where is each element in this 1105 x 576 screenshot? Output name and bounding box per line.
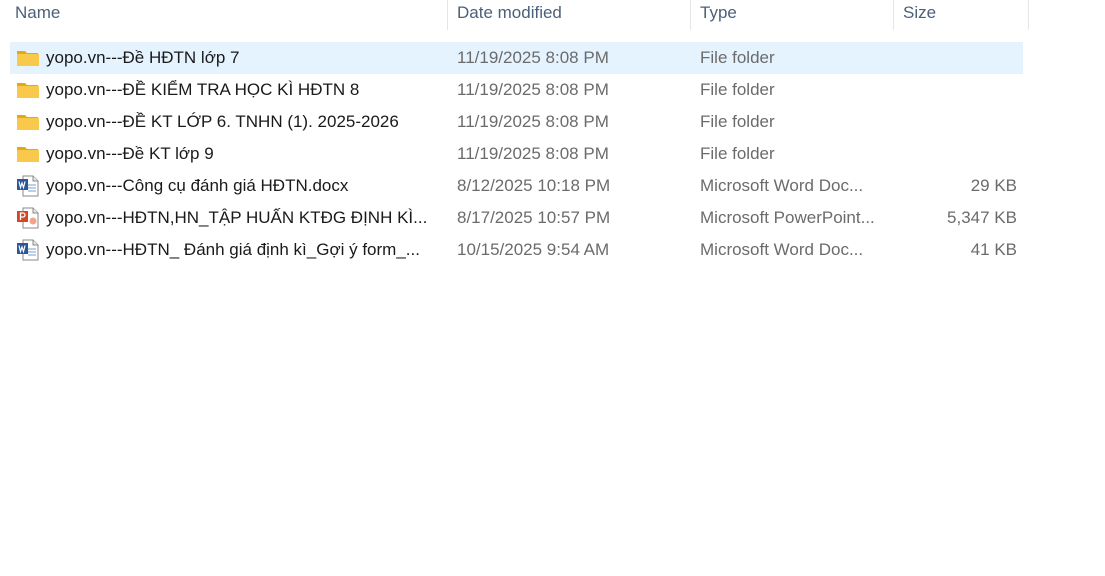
file-name: yopo.vn---ĐỀ KT LỚP 6. TNHN (1). 2025-20… — [46, 112, 399, 131]
file-size — [894, 74, 1017, 106]
column-header-size[interactable]: Size — [894, 0, 1029, 30]
column-header-name[interactable]: Name — [0, 0, 448, 30]
file-type: File folder — [700, 144, 775, 163]
file-size: 29 KB — [970, 176, 1017, 195]
file-type: File folder — [700, 48, 775, 67]
file-type: Microsoft Word Doc... — [700, 240, 864, 259]
file-row[interactable]: yopo.vn---HĐTN_ Đánh giá định kì_Gợi ý f… — [10, 234, 1023, 266]
column-header: Name Date modified Type Size — [0, 0, 1029, 30]
file-type: Microsoft Word Doc... — [700, 176, 864, 195]
file-row[interactable]: yopo.vn---ĐỀ KIỂM TRA HỌC KÌ HĐTN 8 11/1… — [10, 74, 1023, 106]
file-size — [894, 42, 1017, 74]
file-date-modified: 10/15/2025 9:54 AM — [457, 240, 610, 259]
file-date-modified: 11/19/2025 8:08 PM — [457, 48, 609, 67]
file-date-modified: 11/19/2025 8:08 PM — [457, 112, 609, 131]
column-header-type[interactable]: Type — [691, 0, 894, 30]
word-document-icon — [16, 239, 40, 261]
column-header-date-modified[interactable]: Date modified — [448, 0, 691, 30]
file-name: yopo.vn---HĐTN,HN_TẬP HUẤN KTĐG ĐỊNH KÌ.… — [46, 208, 428, 227]
file-date-modified: 8/17/2025 10:57 PM — [457, 208, 611, 227]
file-row[interactable]: yopo.vn---ĐỀ KT LỚP 6. TNHN (1). 2025-20… — [10, 106, 1023, 138]
file-explorer: Name Date modified Type Size yopo.vn---Đ… — [0, 0, 1105, 576]
file-row[interactable]: yopo.vn---Đề HĐTN lớp 7 11/19/2025 8:08 … — [10, 42, 1023, 74]
file-name: yopo.vn---Đề HĐTN lớp 7 — [46, 48, 240, 67]
file-name: yopo.vn---HĐTN_ Đánh giá định kì_Gợi ý f… — [46, 240, 420, 259]
folder-icon — [16, 47, 40, 69]
file-size — [894, 138, 1017, 170]
file-name: yopo.vn---ĐỀ KIỂM TRA HỌC KÌ HĐTN 8 — [46, 80, 360, 99]
powerpoint-document-icon — [16, 207, 40, 229]
file-date-modified: 11/19/2025 8:08 PM — [457, 80, 609, 99]
file-type: Microsoft PowerPoint... — [700, 208, 875, 227]
file-type: File folder — [700, 112, 775, 131]
file-size: 41 KB — [970, 240, 1017, 259]
file-row[interactable]: yopo.vn---Đề KT lớp 9 11/19/2025 8:08 PM… — [10, 138, 1023, 170]
file-list: yopo.vn---Đề HĐTN lớp 7 11/19/2025 8:08 … — [10, 42, 1023, 266]
folder-icon — [16, 111, 40, 133]
file-name: yopo.vn---Công cụ đánh giá HĐTN.docx — [46, 176, 349, 195]
folder-icon — [16, 143, 40, 165]
file-date-modified: 11/19/2025 8:08 PM — [457, 144, 609, 163]
folder-icon — [16, 79, 40, 101]
file-name: yopo.vn---Đề KT lớp 9 — [46, 144, 214, 163]
file-type: File folder — [700, 80, 775, 99]
file-size: 5,347 KB — [947, 208, 1017, 227]
word-document-icon — [16, 175, 40, 197]
file-row[interactable]: yopo.vn---Công cụ đánh giá HĐTN.docx 8/1… — [10, 170, 1023, 202]
file-date-modified: 8/12/2025 10:18 PM — [457, 176, 611, 195]
file-size — [894, 106, 1017, 138]
file-row[interactable]: yopo.vn---HĐTN,HN_TẬP HUẤN KTĐG ĐỊNH KÌ.… — [10, 202, 1023, 234]
